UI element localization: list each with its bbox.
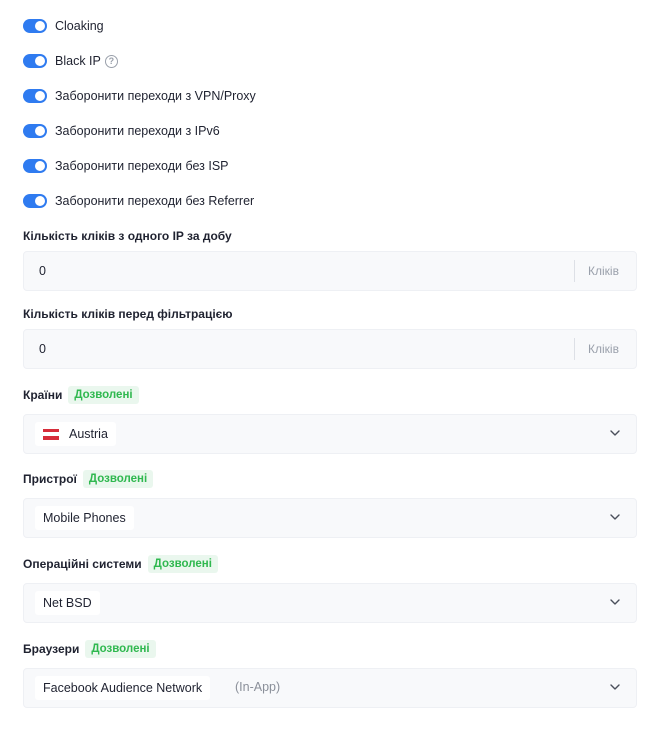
country-chip[interactable]: Austria [35, 422, 116, 446]
os-badge[interactable]: Дозволені [147, 555, 218, 573]
chevron-down-icon[interactable] [609, 511, 621, 523]
chevron-down-icon[interactable] [609, 596, 621, 608]
toggle-label: Black IP [55, 54, 101, 68]
countries-select[interactable]: Austria [23, 414, 637, 454]
toggle-row-no-referrer[interactable]: Заборонити переходи без Referrer [23, 191, 254, 211]
toggle-switch-vpn-proxy[interactable] [23, 89, 47, 103]
clicks-unit: Кліків [588, 342, 619, 356]
device-chip[interactable]: Mobile Phones [35, 506, 134, 530]
chevron-down-icon[interactable] [609, 681, 621, 693]
os-label: Операційні системи Дозволені [23, 555, 218, 573]
countries-label-text: Країни [23, 388, 63, 402]
toggle-label: Заборонити переходи без ISP [55, 159, 229, 173]
browsers-label-text: Браузери [23, 642, 80, 656]
clicks-before-filter-field[interactable]: 0 Кліків [23, 329, 637, 369]
devices-badge[interactable]: Дозволені [82, 470, 154, 488]
devices-label: Пристрої Дозволені [23, 470, 154, 488]
browser-chip-label: Facebook Audience Network [43, 681, 203, 695]
devices-select[interactable]: Mobile Phones [23, 498, 637, 538]
austria-flag-icon [43, 428, 59, 440]
browsers-badge[interactable]: Дозволені [85, 640, 156, 658]
toggle-row-no-isp[interactable]: Заборонити переходи без ISP [23, 156, 229, 176]
toggle-switch-cloaking[interactable] [23, 19, 47, 33]
field-divider [574, 338, 575, 360]
toggle-label: Cloaking [55, 19, 104, 33]
device-chip-label: Mobile Phones [43, 511, 126, 525]
toggle-row-cloaking[interactable]: Cloaking [23, 16, 104, 36]
clicks-per-ip-label: Кількість кліків з одного IP за добу [23, 229, 232, 243]
clicks-before-filter-label: Кількість кліків перед фільтрацією [23, 307, 233, 321]
toggle-row-black-ip[interactable]: Black IP ? [23, 51, 118, 71]
clicks-per-ip-field[interactable]: 0 Кліків [23, 251, 637, 291]
devices-label-text: Пристрої [23, 472, 77, 486]
browsers-select[interactable]: Facebook Audience Network (In-App) [23, 668, 637, 708]
field-divider [574, 260, 575, 282]
countries-label: Країни Дозволені [23, 386, 139, 404]
clicks-per-ip-input[interactable]: 0 [39, 264, 46, 278]
browser-chip-extra: (In-App) [235, 680, 281, 694]
clicks-unit: Кліків [588, 264, 619, 278]
toggle-label: Заборонити переходи з IPv6 [55, 124, 220, 138]
browser-chip[interactable]: Facebook Audience Network [35, 676, 211, 700]
country-chip-label: Austria [69, 427, 108, 441]
toggle-switch-no-referrer[interactable] [23, 194, 47, 208]
toggle-switch-no-isp[interactable] [23, 159, 47, 173]
countries-badge[interactable]: Дозволені [68, 386, 139, 404]
chevron-down-icon[interactable] [609, 427, 621, 439]
toggle-row-vpn-proxy[interactable]: Заборонити переходи з VPN/Proxy [23, 86, 256, 106]
browsers-label: Браузери Дозволені [23, 640, 156, 658]
clicks-before-filter-input[interactable]: 0 [39, 342, 46, 356]
os-chip-label: Net BSD [43, 596, 92, 610]
os-select[interactable]: Net BSD [23, 583, 637, 623]
question-circle-icon[interactable]: ? [104, 54, 118, 68]
toggle-label: Заборонити переходи з VPN/Proxy [55, 89, 256, 103]
toggle-switch-ipv6[interactable] [23, 124, 47, 138]
os-label-text: Операційні системи [23, 557, 142, 571]
toggle-label: Заборонити переходи без Referrer [55, 194, 255, 208]
toggle-row-ipv6[interactable]: Заборонити переходи з IPv6 [23, 121, 220, 141]
os-chip[interactable]: Net BSD [35, 591, 100, 615]
toggle-switch-black-ip[interactable] [23, 54, 47, 68]
